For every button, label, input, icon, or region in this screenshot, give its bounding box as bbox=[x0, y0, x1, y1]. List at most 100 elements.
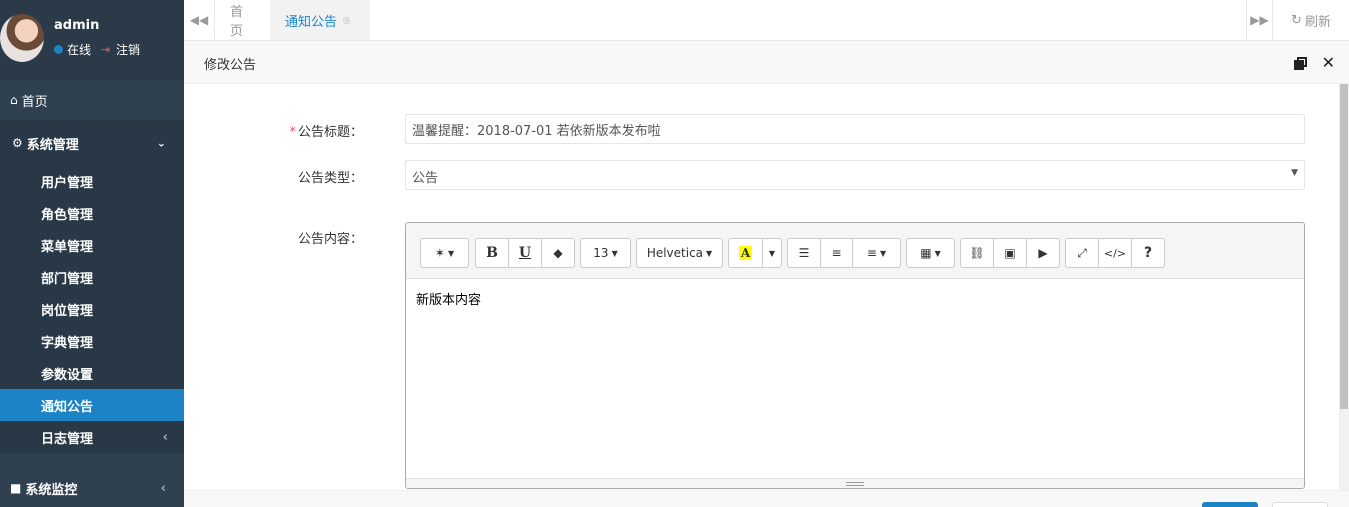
picture-icon: ▣ bbox=[1004, 246, 1016, 260]
style-group: ✶ ▼ bbox=[420, 238, 469, 268]
tab-scroll-right-button[interactable]: ▶▶ bbox=[1246, 0, 1272, 40]
bold-icon: B bbox=[486, 245, 498, 261]
table-dropdown[interactable]: ▦ ▼ bbox=[906, 238, 955, 268]
sidebar-item-notices[interactable]: 通知公告 bbox=[0, 389, 184, 421]
fullscreen-button[interactable]: ⤢ bbox=[1065, 238, 1099, 268]
sidebar-item-label: 参数设置 bbox=[41, 367, 94, 383]
user-panel: admin 在线 ⇥ 注销 bbox=[0, 0, 184, 80]
nav-home[interactable]: ⌂ 首页 bbox=[0, 80, 184, 121]
sidebar-item-roles[interactable]: 角色管理 bbox=[0, 197, 184, 229]
maximize-icon[interactable] bbox=[1294, 57, 1307, 70]
insert-picture-button[interactable]: ▣ bbox=[993, 238, 1027, 268]
nav-home-label: 首页 bbox=[21, 94, 48, 110]
system-submenu: 用户管理 角色管理 菜单管理 部门管理 岗位管理 字典管理 参数设置 通知公告 … bbox=[0, 165, 184, 453]
sidebar-item-dictionary[interactable]: 字典管理 bbox=[0, 325, 184, 357]
chevron-down-icon: ⌄ bbox=[156, 136, 166, 150]
list-ol-icon: ≡ bbox=[831, 246, 842, 260]
sidebar-item-departments[interactable]: 部门管理 bbox=[0, 261, 184, 293]
table-group: ▦ ▼ bbox=[906, 238, 955, 268]
list-ul-icon: ☰ bbox=[798, 246, 810, 260]
text-color-button[interactable]: A bbox=[728, 238, 763, 268]
bold-button[interactable]: B bbox=[475, 238, 509, 268]
sidebar-item-label: 字典管理 bbox=[41, 335, 94, 351]
required-asterisk: * bbox=[289, 125, 296, 140]
sidebar-item-label: 岗位管理 bbox=[41, 303, 94, 319]
sidebar-item-users[interactable]: 用户管理 bbox=[0, 165, 184, 197]
close-circle-icon[interactable]: ⊗ bbox=[342, 14, 351, 27]
dialog-title: 修改公告 bbox=[204, 58, 257, 73]
font-size-group: 13 ▼ bbox=[580, 238, 631, 268]
insert-link-button[interactable]: ⛓ bbox=[960, 238, 994, 268]
help-button[interactable]: ? bbox=[1131, 238, 1165, 268]
nav-system-label: 系统管理 bbox=[26, 137, 79, 153]
nav-monitor-label: 系统监控 bbox=[25, 482, 78, 498]
table-icon: ▦ bbox=[920, 246, 932, 260]
cancel-button[interactable] bbox=[1272, 502, 1328, 507]
avatar[interactable] bbox=[0, 14, 44, 62]
editor-resize-bar[interactable] bbox=[406, 478, 1304, 488]
ordered-list-button[interactable]: ≡ bbox=[820, 238, 853, 268]
sidebar-item-menus[interactable]: 菜单管理 bbox=[0, 229, 184, 261]
notice-title-label: * 公告标题： bbox=[289, 121, 363, 140]
sidebar: admin 在线 ⇥ 注销 ⌂ 首页 ⚙ 系统管理 ⌄ 用户管理 角色管理 菜单… bbox=[0, 0, 184, 507]
editor-content[interactable]: 新版本内容 bbox=[416, 289, 481, 308]
scrollbar-thumb[interactable] bbox=[1340, 84, 1348, 409]
nav-monitor[interactable]: ■ 系统监控 ‹ bbox=[0, 466, 184, 507]
color-group: A ▼ bbox=[728, 238, 782, 268]
notice-type-select[interactable]: 公告 ▼ bbox=[405, 160, 1305, 190]
dialog-body: *公告标题： 公告类型： 公告 ▼ 公告内容： ✶▼ B U ◆ 13▼ bbox=[184, 84, 1339, 490]
notice-title-input[interactable] bbox=[405, 114, 1305, 144]
video-camera-icon: ■ bbox=[10, 481, 22, 495]
resize-grip-icon bbox=[846, 482, 864, 486]
edit-notice-dialog: 修改公告 ✕ *公告标题： 公告类型： 公告 ▼ 公告内容： ✶▼ B bbox=[184, 41, 1349, 507]
nav-system[interactable]: ⚙ 系统管理 ⌄ bbox=[0, 121, 184, 165]
sidebar-item-posts[interactable]: 岗位管理 bbox=[0, 293, 184, 325]
font-size-dropdown[interactable]: 13 ▼ bbox=[580, 238, 631, 268]
confirm-button[interactable] bbox=[1202, 502, 1258, 507]
editor-toolbar: ✶ ▼ B U ◆ 13 ▼ Helvetica ▼ A ▼ ☰ ≡ ≡ ▼ ▦… bbox=[406, 223, 1304, 279]
user-name: admin bbox=[54, 18, 100, 33]
rich-text-editor: ✶ ▼ B U ◆ 13 ▼ Helvetica ▼ A ▼ ☰ ≡ ≡ ▼ ▦… bbox=[405, 222, 1305, 489]
tab-bar: ◀◀ 首页 通知公告 ⊗ ▶▶ ↻ 刷新 bbox=[184, 0, 1349, 41]
notice-type-label: 公告类型： bbox=[297, 171, 363, 186]
gear-icon: ⚙ bbox=[12, 136, 23, 150]
font-family-dropdown[interactable]: Helvetica ▼ bbox=[636, 238, 723, 268]
view-group: ⤢ </> ? bbox=[1065, 238, 1165, 268]
tab-notices[interactable]: 通知公告 ⊗ bbox=[270, 0, 370, 40]
insert-video-button[interactable]: ▶ bbox=[1026, 238, 1060, 268]
clear-format-button[interactable]: ◆ bbox=[541, 238, 575, 268]
logout-link[interactable]: 注销 bbox=[116, 41, 140, 58]
eraser-icon: ◆ bbox=[553, 246, 563, 260]
user-status: 在线 ⇥ 注销 bbox=[54, 41, 140, 58]
underline-button[interactable]: U bbox=[508, 238, 542, 268]
double-right-icon: ▶▶ bbox=[1250, 13, 1269, 27]
code-view-button[interactable]: </> bbox=[1098, 238, 1132, 268]
unordered-list-button[interactable]: ☰ bbox=[787, 238, 821, 268]
label-text: 公告标题： bbox=[297, 125, 363, 140]
refresh-button[interactable]: ↻ 刷新 bbox=[1272, 0, 1349, 40]
link-icon: ⛓ bbox=[969, 246, 985, 260]
dialog-header: 修改公告 ✕ bbox=[184, 41, 1349, 84]
help-icon: ? bbox=[1143, 245, 1153, 261]
sidebar-item-logs[interactable]: 日志管理 ‹ bbox=[0, 421, 184, 453]
double-left-icon: ◀◀ bbox=[189, 13, 209, 27]
style-magic-button[interactable]: ✶ ▼ bbox=[420, 238, 469, 268]
refresh-icon: ↻ bbox=[1291, 12, 1302, 28]
magic-wand-icon: ✶ bbox=[434, 246, 445, 260]
dialog-footer bbox=[184, 490, 1349, 507]
underline-icon: U bbox=[518, 245, 532, 261]
close-icon[interactable]: ✕ bbox=[1322, 53, 1335, 72]
tab-scroll-left-button[interactable]: ◀◀ bbox=[184, 0, 215, 40]
align-left-icon: ≡ bbox=[866, 246, 877, 260]
notice-type-value: 公告 bbox=[412, 171, 439, 186]
sidebar-item-parameters[interactable]: 参数设置 bbox=[0, 357, 184, 389]
font-color-icon: A bbox=[738, 246, 753, 260]
tab-home[interactable]: 首页 bbox=[215, 0, 270, 40]
expand-icon: ⤢ bbox=[1077, 245, 1087, 260]
home-icon: ⌂ bbox=[10, 93, 18, 107]
color-dropdown-button[interactable]: ▼ bbox=[762, 238, 782, 268]
logout-icon[interactable]: ⇥ bbox=[101, 44, 112, 55]
align-dropdown[interactable]: ≡ ▼ bbox=[852, 238, 901, 268]
chevron-left-icon: ‹ bbox=[162, 429, 168, 445]
dialog-scrollbar[interactable] bbox=[1339, 84, 1349, 490]
